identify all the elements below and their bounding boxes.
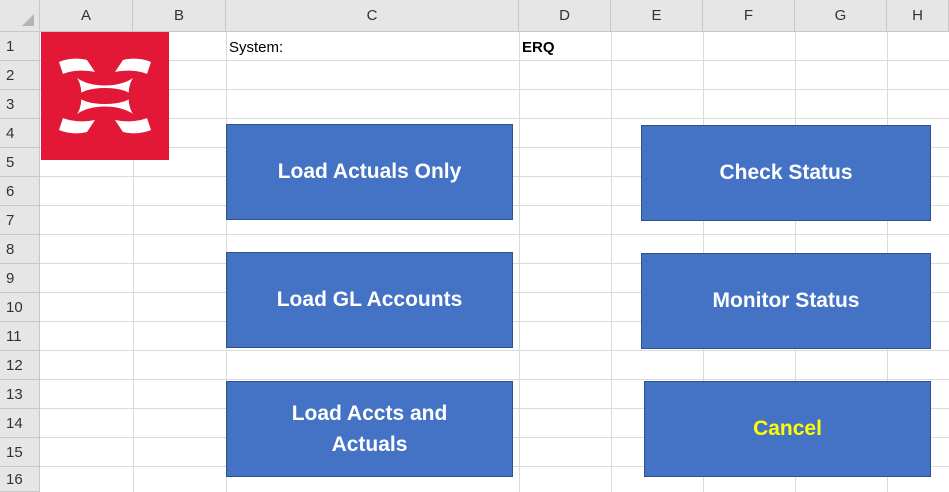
load-actuals-only-button[interactable]: Load Actuals Only xyxy=(226,124,513,220)
under-armour-logo-shape xyxy=(59,58,151,134)
select-all-triangle-icon xyxy=(22,14,34,26)
cell-c1-system-label: System: xyxy=(229,39,284,56)
row-header-12[interactable]: 12 xyxy=(0,351,40,380)
column-header-c[interactable]: C xyxy=(226,0,519,32)
row-header-11[interactable]: 11 xyxy=(0,322,40,351)
column-header-g[interactable]: G xyxy=(795,0,887,32)
row-header-9[interactable]: 9 xyxy=(0,264,40,293)
gridline xyxy=(40,350,949,351)
column-header-d[interactable]: D xyxy=(519,0,611,32)
row-header-5[interactable]: 5 xyxy=(0,148,40,177)
load-gl-accounts-button[interactable]: Load GL Accounts xyxy=(226,252,513,348)
gridline xyxy=(519,32,520,492)
row-header-7[interactable]: 7 xyxy=(0,206,40,235)
load-accts-and-actuals-label-line2: Actuals xyxy=(331,433,408,456)
select-all-corner[interactable] xyxy=(0,0,40,32)
column-header-f[interactable]: F xyxy=(703,0,795,32)
check-status-label: Check Status xyxy=(719,161,853,185)
load-accts-and-actuals-label-line1: Load Accts and xyxy=(291,401,448,425)
row-header-13[interactable]: 13 xyxy=(0,380,40,409)
monitor-status-label: Monitor Status xyxy=(712,289,860,313)
gridline xyxy=(611,32,612,492)
under-armour-logo-icon xyxy=(41,32,169,160)
row-header-2[interactable]: 2 xyxy=(0,61,40,90)
column-header-b[interactable]: B xyxy=(133,0,226,32)
gridline xyxy=(40,118,949,119)
row-header-6[interactable]: 6 xyxy=(0,177,40,206)
gridline xyxy=(40,234,949,235)
gridline xyxy=(40,60,949,61)
load-actuals-only-label: Load Actuals Only xyxy=(277,160,462,184)
row-header-8[interactable]: 8 xyxy=(0,235,40,264)
column-header-e[interactable]: E xyxy=(611,0,703,32)
check-status-button[interactable]: Check Status xyxy=(641,125,931,221)
column-header-h[interactable]: H xyxy=(887,0,949,32)
column-header-a[interactable]: A xyxy=(40,0,133,32)
cell-d1-system-value[interactable]: ERQ xyxy=(522,39,555,56)
gridline xyxy=(40,379,949,380)
row-header-16[interactable]: 16 xyxy=(0,467,40,492)
row-header-1[interactable]: 1 xyxy=(0,32,40,61)
load-accts-and-actuals-button[interactable]: Load Accts and Actuals xyxy=(226,381,513,477)
row-header-15[interactable]: 15 xyxy=(0,438,40,467)
row-header-4[interactable]: 4 xyxy=(0,119,40,148)
spreadsheet-grid: A B C D E F G H 1 2 3 4 5 6 7 8 9 10 11 … xyxy=(0,0,949,492)
monitor-status-button[interactable]: Monitor Status xyxy=(641,253,931,349)
load-gl-accounts-label: Load GL Accounts xyxy=(276,288,463,312)
cancel-button[interactable]: Cancel xyxy=(644,381,931,477)
row-header-14[interactable]: 14 xyxy=(0,409,40,438)
cancel-label: Cancel xyxy=(753,417,822,441)
row-header-3[interactable]: 3 xyxy=(0,90,40,119)
row-header-10[interactable]: 10 xyxy=(0,293,40,322)
gridline xyxy=(40,89,949,90)
